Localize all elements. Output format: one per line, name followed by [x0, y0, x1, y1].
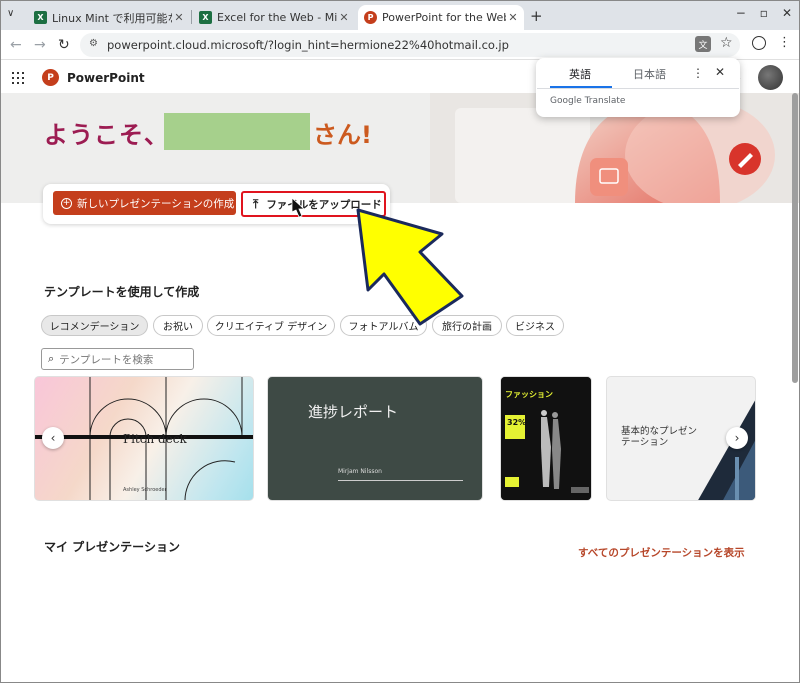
mouse-cursor-icon	[291, 197, 306, 218]
pointing-arrow	[356, 208, 464, 326]
annotation-overlay	[291, 197, 464, 326]
